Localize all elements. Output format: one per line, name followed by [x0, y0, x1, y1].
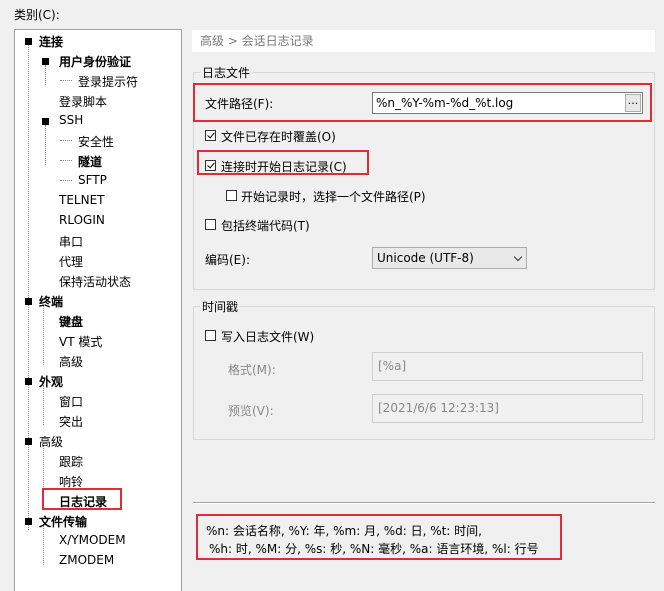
- tree-item-terminal[interactable]: 终端: [39, 293, 63, 310]
- tree-item-advanced[interactable]: 高级: [39, 433, 63, 450]
- expand-icon[interactable]: [25, 438, 32, 445]
- tree-line: [60, 140, 72, 141]
- tree-item-login-script[interactable]: 登录脚本: [59, 93, 107, 110]
- tree-item-zmodem[interactable]: ZMODEM: [59, 553, 114, 567]
- log-file-group-title: 日志文件: [200, 64, 253, 81]
- tree-item-keyboard[interactable]: 键盘: [59, 313, 83, 330]
- highlight-box-logging: [42, 488, 122, 510]
- tree-line: [60, 80, 72, 81]
- separator: [193, 502, 655, 504]
- choose-path-checkbox[interactable]: [226, 190, 237, 201]
- tree-item-window[interactable]: 窗口: [59, 393, 83, 410]
- tree-item-file-transfer[interactable]: 文件传输: [39, 513, 87, 530]
- tree-item-appearance[interactable]: 外观: [39, 373, 63, 390]
- write-timestamp-label[interactable]: 写入日志文件(W): [221, 328, 314, 345]
- include-terminal-codes-checkbox[interactable]: [205, 219, 216, 230]
- chevron-down-icon: [513, 252, 523, 262]
- tree-item-sftp[interactable]: SFTP: [78, 173, 107, 187]
- tree-item-trace[interactable]: 跟踪: [59, 453, 83, 470]
- expand-icon[interactable]: [42, 118, 49, 125]
- tree-item-terminal-advanced[interactable]: 高级: [59, 353, 83, 370]
- tree-item-highlight[interactable]: 突出: [59, 413, 83, 430]
- timestamp-group-title: 时间戳: [200, 298, 241, 315]
- preview-input: [2021/6/6 12:23:13]: [372, 394, 643, 423]
- preview-label: 预览(V):: [228, 404, 274, 418]
- tree-line: [45, 125, 46, 165]
- tree-item-rlogin[interactable]: RLOGIN: [59, 213, 105, 227]
- expand-icon[interactable]: [42, 58, 49, 65]
- format-label: 格式(M):: [228, 363, 276, 377]
- encoding-label: 编码(E):: [205, 253, 250, 267]
- tree-line: [43, 525, 44, 565]
- tree-line: [60, 180, 72, 181]
- overwrite-label[interactable]: 文件已存在时覆盖(O): [221, 128, 336, 145]
- tree-line: [43, 385, 44, 425]
- tree-item-xymodem[interactable]: X/YMODEM: [59, 533, 126, 547]
- include-terminal-codes-label[interactable]: 包括终端代码(T): [221, 217, 310, 234]
- tree-item-telnet[interactable]: TELNET: [59, 193, 105, 207]
- expand-icon[interactable]: [25, 378, 32, 385]
- highlight-box-file-path: [193, 83, 652, 122]
- tree-line: [60, 160, 72, 161]
- encoding-value: Unicode (UTF-8): [377, 251, 474, 265]
- choose-path-label[interactable]: 开始记录时，选择一个文件路径(P): [241, 188, 426, 205]
- tree-item-login-prompt[interactable]: 登录提示符: [78, 73, 138, 90]
- highlight-box-help: [196, 514, 562, 560]
- tree-item-tunnel[interactable]: 隧道: [78, 153, 102, 170]
- tree-item-auth[interactable]: 用户身份验证: [59, 53, 131, 70]
- tree-item-security[interactable]: 安全性: [78, 133, 114, 150]
- category-label: 类别(C):: [14, 8, 60, 22]
- tree-line: [28, 45, 29, 530]
- tree-item-ssh[interactable]: SSH: [59, 113, 83, 127]
- format-input[interactable]: [%a]: [372, 352, 643, 381]
- encoding-select[interactable]: Unicode (UTF-8): [372, 247, 527, 269]
- tree-item-connection[interactable]: 连接: [39, 33, 63, 50]
- tree-line: [45, 65, 46, 85]
- tree-line: [43, 305, 44, 365]
- expand-icon[interactable]: [25, 38, 32, 45]
- highlight-box-start-on-connect: [197, 150, 369, 175]
- category-tree[interactable]: 连接 用户身份验证 登录提示符 登录脚本 SSH 安全性 隧道 SFTP TEL…: [14, 29, 182, 591]
- overwrite-checkbox[interactable]: [205, 130, 216, 141]
- tree-item-vt-mode[interactable]: VT 模式: [59, 333, 102, 350]
- tree-item-proxy[interactable]: 代理: [59, 253, 83, 270]
- tree-item-keepalive[interactable]: 保持活动状态: [59, 273, 131, 290]
- tree-item-serial[interactable]: 串口: [59, 233, 83, 250]
- breadcrumb: 高级 > 会话日志记录: [192, 30, 655, 52]
- expand-icon[interactable]: [25, 298, 32, 305]
- write-timestamp-checkbox[interactable]: [205, 330, 216, 341]
- expand-icon[interactable]: [25, 518, 32, 525]
